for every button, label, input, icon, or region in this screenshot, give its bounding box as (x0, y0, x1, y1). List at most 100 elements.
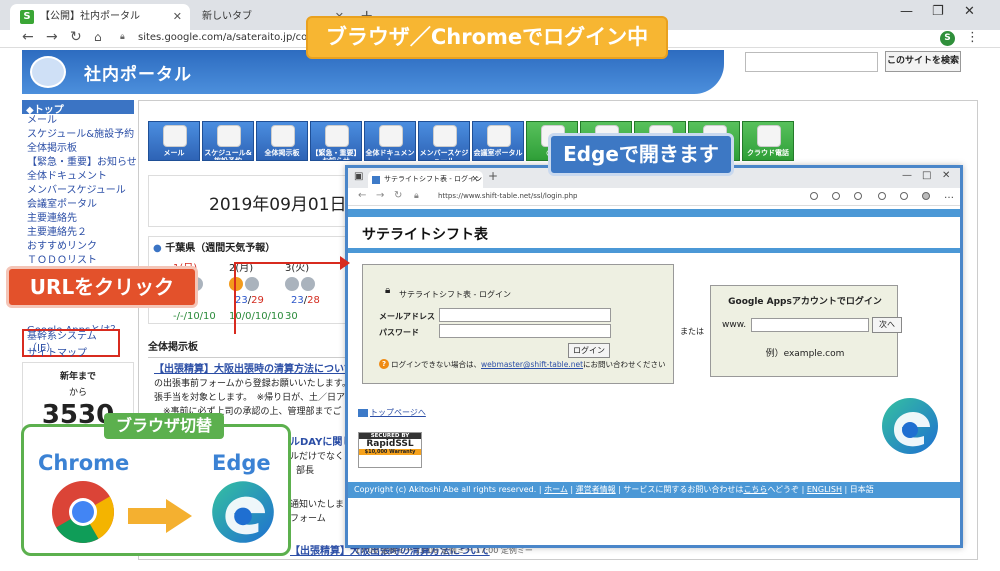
menu-icon[interactable]: ⋮ (966, 30, 979, 45)
portal-app-button[interactable]: クラウド電話 (742, 121, 794, 161)
portal-app-button[interactable]: メンバースケジュール (418, 121, 470, 161)
ssl-seal-brand: RapidSSL (366, 439, 414, 449)
tab-label: 新しいタブ (202, 11, 252, 22)
board-text-line: 張手当を対象とします。 ※帰り日が、土／日ア (154, 393, 345, 403)
tab-portal[interactable]: S 【公開】社内ポータル ✕ (10, 4, 190, 30)
login-button[interactable]: ログイン (568, 343, 610, 358)
sidebar-item[interactable]: 全体ドキュメント (22, 170, 134, 184)
pointer-arrow-icon (340, 256, 350, 270)
board-text-line: 部長 (296, 466, 315, 476)
edge-address-bar[interactable]: https://www.shift-table.net/ssl/login.ph… (438, 192, 578, 200)
sidebar-item-sitemap[interactable]: サイトマップ (27, 344, 87, 359)
site-search-button[interactable]: このサイトを検索 (885, 51, 961, 72)
portal-app-button[interactable]: 全体ドキュメント (364, 121, 416, 161)
footer-contact-prefix: | サービスに関するお問い合わせは (618, 485, 744, 494)
sidebar-item[interactable] (22, 310, 134, 324)
forward-icon[interactable]: → (46, 29, 58, 45)
site-search-input[interactable] (745, 52, 878, 72)
footer-home-link[interactable]: ホーム (544, 485, 568, 494)
reload-icon[interactable]: ↻ (394, 190, 402, 201)
app-label: 会議室ポータル (473, 149, 523, 157)
callout-open-in-edge: Edgeで開きます (548, 133, 734, 176)
close-tab-icon[interactable]: ✕ (472, 171, 478, 188)
home-icon (358, 408, 368, 417)
sidebar-item[interactable]: 会議室ポータル (22, 198, 134, 212)
reload-icon[interactable]: ↻ (70, 29, 82, 45)
window-close-icon[interactable]: ✕ (942, 170, 950, 181)
help-text: ログインできない場合は、webmaster@shift-table.netにお問… (391, 360, 671, 370)
edge-tab-shift[interactable]: サテライトシフト表 - ログイン ✕ (368, 171, 483, 188)
login-box: 🔒︎ サテライトシフト表 - ログイン メールアドレス パスワード ログイン ?… (362, 264, 674, 384)
sidebar-item[interactable]: 【緊急・重要】お知らせ (22, 156, 137, 170)
board-post-link[interactable]: ルDAYに関し (290, 433, 350, 448)
sidebar-item[interactable]: メンバースケジュール (22, 184, 134, 198)
domain-field[interactable] (751, 318, 869, 332)
board-post-link[interactable]: 【出張精算】大阪出張時の清算方法について (154, 360, 350, 375)
app-icon (433, 125, 457, 147)
sun-icon (285, 277, 299, 291)
footer-english-link[interactable]: ENGLISH (807, 485, 842, 494)
footer-info-link[interactable]: 運営者情報 (576, 485, 616, 494)
tracking-icon[interactable] (854, 192, 862, 200)
countdown-from: から (68, 388, 87, 398)
next-button[interactable]: 次へ (872, 317, 902, 333)
portal-app-button[interactable]: メール (148, 121, 200, 161)
portal-app-button[interactable]: 会議室ポータル (472, 121, 524, 161)
switch-from-label: Chrome (38, 451, 130, 475)
home-icon[interactable]: ⌂ (94, 30, 102, 44)
portal-app-button[interactable]: スケジュール&施設予約 (202, 121, 254, 161)
collections-icon[interactable] (900, 192, 908, 200)
sidebar-item[interactable]: 全体掲示板 (22, 142, 134, 156)
address-bar[interactable]: sites.google.com/a/sateraito.jp/compa (138, 32, 330, 43)
screenshot-stage: S 【公開】社内ポータル ✕ 新しいタブ ✕ + — ❐ ✕ ← → ↻ ⌂ 🔒… (0, 0, 1000, 571)
tab-actions-icon[interactable]: ▣ (354, 171, 363, 182)
lock-icon[interactable]: 🔒︎ (120, 32, 125, 42)
sidebar-item[interactable]: スケジュール&施設予約 (22, 128, 134, 142)
pointer-line (234, 262, 236, 334)
favorite-star-icon[interactable] (832, 192, 840, 200)
help-icon: ? (379, 359, 389, 369)
back-icon[interactable]: ← (358, 190, 366, 201)
portal-app-button[interactable]: 全体掲示板 (256, 121, 308, 161)
menu-icon[interactable]: … (944, 190, 954, 201)
email-field[interactable] (439, 308, 611, 322)
page-header-band-bottom (348, 248, 960, 253)
forward-icon[interactable]: → (376, 190, 384, 201)
sidebar-header: ◆トップ (22, 100, 134, 116)
rain-chance: 30 (285, 311, 298, 322)
google-apps-login-box: Google Appsアカウントでログイン www. 次へ 例）example.… (710, 285, 902, 377)
weather-title: ● 千葉県（週間天気予報） (153, 239, 275, 254)
footer-japanese-link[interactable]: | 日本語 (845, 485, 874, 494)
top-page-link-label: トップページへ (370, 408, 426, 417)
read-aloud-icon[interactable] (810, 192, 818, 200)
sidebar-item[interactable]: 主要連絡先 (22, 212, 134, 226)
back-icon[interactable]: ← (22, 29, 34, 45)
sidebar-item[interactable]: メール (22, 114, 134, 128)
sidebar-item[interactable]: おすすめリンク (22, 240, 134, 254)
minimize-icon[interactable]: — (900, 4, 913, 19)
footer-contact-link[interactable]: こちら (743, 485, 767, 494)
maximize-icon[interactable]: □ (922, 170, 931, 181)
window-close-icon[interactable]: ✕ (964, 4, 975, 19)
app-label: クラウド電話 (747, 149, 789, 157)
maximize-icon[interactable]: ❐ (932, 4, 944, 19)
favorites-icon[interactable] (878, 192, 886, 200)
profile-avatar[interactable]: S (940, 31, 955, 46)
board-text-line: ルだけでなく (290, 452, 345, 462)
minimize-icon[interactable]: — (902, 170, 912, 181)
webmaster-email-link[interactable]: webmaster@shift-table.net (481, 360, 583, 369)
login-box-title: サテライトシフト表 - ログイン (399, 290, 511, 299)
password-field[interactable] (439, 324, 611, 338)
edge-toolbar: ← → ↻ 🔒︎ https://www.shift-table.net/ssl… (348, 188, 960, 206)
sidebar-item[interactable]: 主要連絡先２ (22, 226, 134, 240)
portal-app-button[interactable]: 【緊急・重要】お知らせ (310, 121, 362, 161)
new-tab-icon[interactable]: + (488, 169, 498, 183)
profile-icon[interactable] (922, 192, 930, 200)
edge-tab-label: サテライトシフト表 - ログイン (384, 175, 482, 183)
rapidssl-seal[interactable]: SECURED BY RapidSSL $10,000 Warranty (358, 432, 422, 468)
close-tab-icon[interactable]: ✕ (173, 4, 182, 30)
board-text-line: フォーム (290, 514, 326, 524)
top-page-link[interactable]: トップページへ (358, 407, 426, 418)
lock-icon[interactable]: 🔒︎ (414, 191, 419, 201)
app-icon (163, 125, 187, 147)
